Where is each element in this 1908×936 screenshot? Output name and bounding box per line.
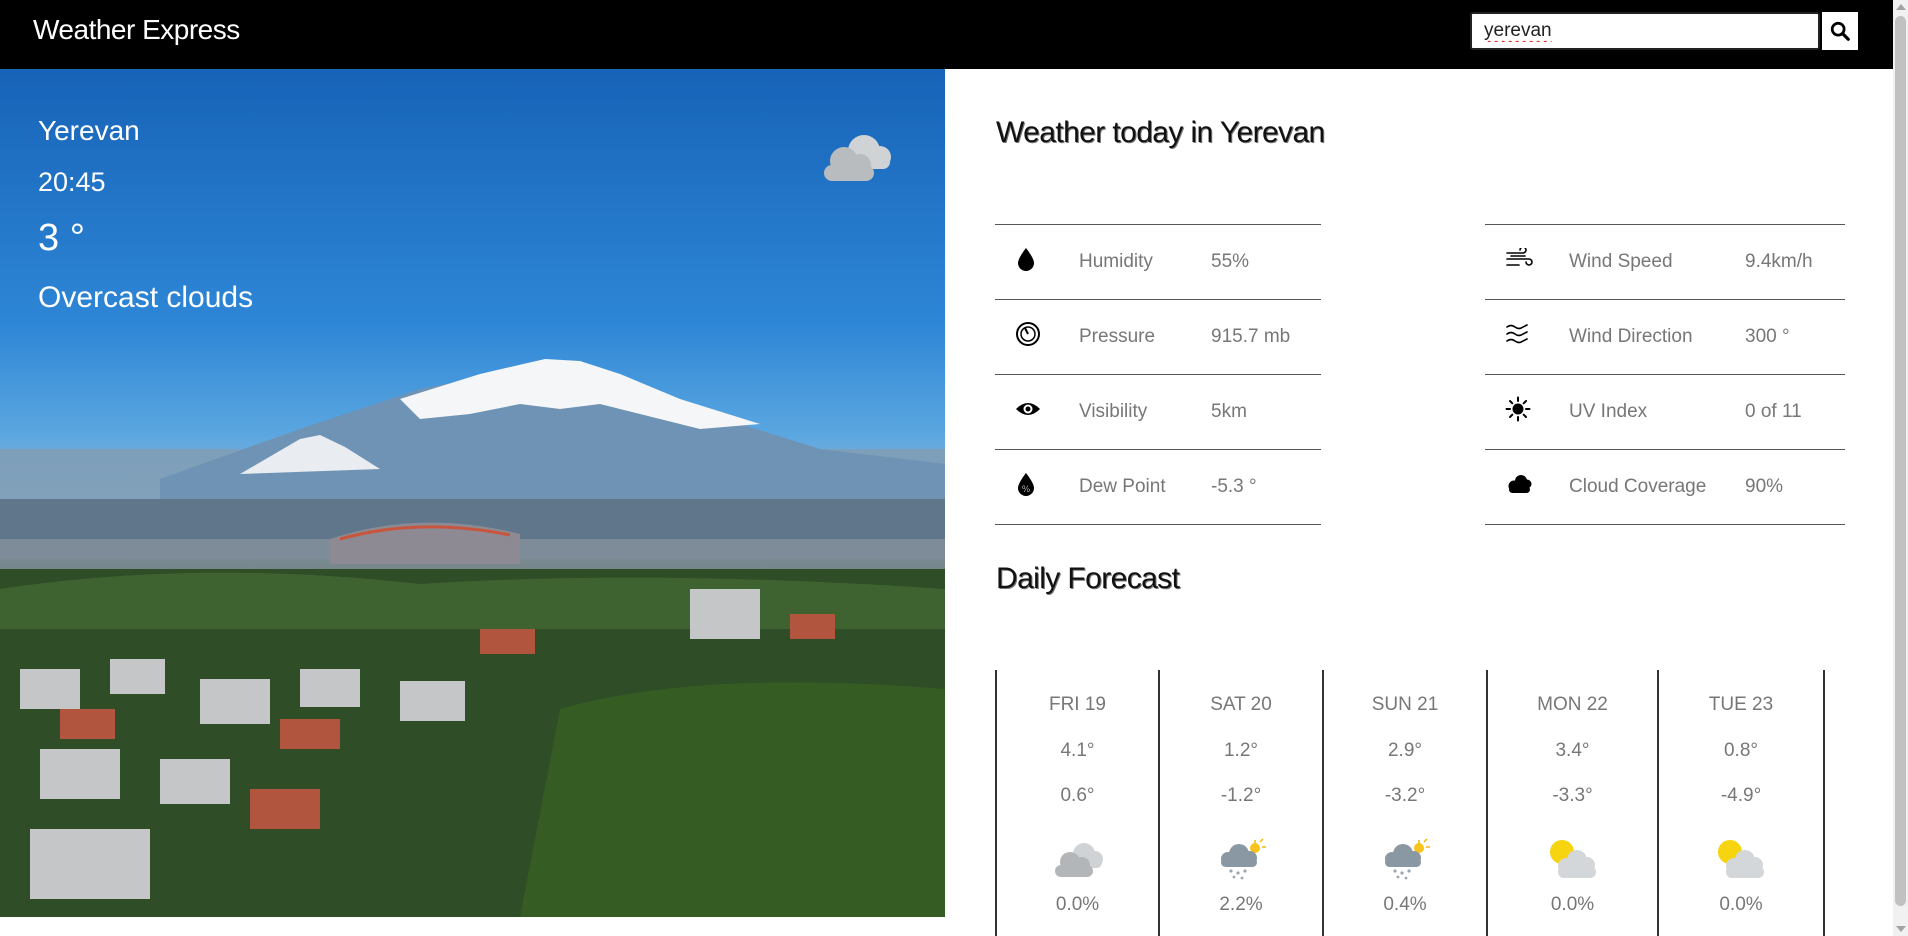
stat-row-dew-point: % Dew Point -5.3 °	[995, 449, 1321, 525]
forecast-day: SAT 20 1.2° -1.2° 2.2%	[1158, 670, 1322, 936]
stat-label: Wind Direction	[1568, 299, 1744, 375]
page-scrollbar[interactable]	[1893, 0, 1908, 936]
stat-value: 915.7 mb	[1210, 299, 1321, 375]
stat-row-cloud-coverage: Cloud Coverage 90%	[1485, 449, 1845, 525]
current-temperature: 3 °	[38, 217, 85, 259]
stat-label: Dew Point	[1078, 449, 1210, 525]
today-title: Weather today in Yerevan	[996, 116, 1325, 149]
stat-label: Visibility	[1078, 374, 1210, 450]
today-stats-right: Wind Speed 9.4km/h Wind Direction 300 ° …	[1485, 224, 1845, 525]
cloud-icon	[1054, 843, 1103, 877]
stat-row-humidity: Humidity 55%	[995, 224, 1321, 300]
forecast-low: 0.6°	[1060, 785, 1095, 806]
eye-icon	[1016, 403, 1040, 415]
forecast-precipitation: 0.0%	[1055, 894, 1100, 915]
forecast-day: MON 22 3.4° -3.3° 0.0%	[1486, 670, 1657, 936]
forecast-day: SUN 21 2.9° -3.2° 0.4%	[1322, 670, 1486, 936]
stat-label: Cloud Coverage	[1568, 449, 1744, 525]
gauge-icon	[1016, 322, 1040, 346]
stat-row-wind-direction: Wind Direction 300 °	[1485, 299, 1845, 375]
stat-label: Pressure	[1078, 299, 1210, 375]
stat-row-pressure: Pressure 915.7 mb	[995, 299, 1321, 375]
forecast-low: -3.3°	[1552, 785, 1593, 806]
wind-direction-icon	[1506, 324, 1528, 344]
forecast-high: 2.9°	[1387, 740, 1422, 761]
search-icon	[1830, 21, 1850, 41]
snow-sun-icon	[1221, 838, 1266, 880]
sun-cloud-icon	[1718, 840, 1764, 878]
stat-label: Wind Speed	[1568, 224, 1744, 300]
stat-value: 5km	[1210, 374, 1321, 450]
city-background-image	[0, 359, 945, 917]
drop-icon	[1018, 248, 1034, 271]
forecast-day: FRI 19 4.1° 0.6° 0.0%	[995, 670, 1158, 936]
dew-drop-icon: %	[1018, 473, 1034, 496]
brand-logo[interactable]: Weather Express	[33, 14, 240, 46]
forecast-high: 1.2°	[1223, 740, 1258, 761]
forecast-high: 3.4°	[1555, 740, 1590, 761]
stat-row-visibility: Visibility 5km	[995, 374, 1321, 450]
stat-label: Humidity	[1078, 224, 1210, 300]
scroll-up-arrow-icon[interactable]	[1896, 4, 1906, 10]
sun-cloud-icon	[1549, 840, 1596, 878]
stat-value: 0 of 11	[1744, 374, 1845, 450]
forecast-precipitation: 2.2%	[1219, 894, 1263, 915]
current-time: 20:45	[38, 167, 106, 197]
daily-forecast-title: Daily Forecast	[996, 562, 1180, 595]
current-city: Yerevan	[38, 115, 140, 146]
stat-row-wind-speed: Wind Speed 9.4km/h	[1485, 224, 1845, 300]
top-bar: Weather Express	[0, 0, 1893, 69]
forecast-low: -4.9°	[1720, 785, 1762, 806]
forecast-low: -3.2°	[1384, 785, 1426, 806]
scroll-down-arrow-icon[interactable]	[1896, 926, 1906, 932]
stat-label: UV Index	[1568, 374, 1744, 450]
forecast-day-name: FRI 19	[1048, 694, 1107, 715]
stat-value: 9.4km/h	[1744, 224, 1845, 300]
stat-value: 90%	[1744, 449, 1845, 525]
clouds-icon	[1508, 475, 1532, 493]
forecast-day-name: MON 22	[1537, 694, 1608, 715]
current-weather-panel: Yerevan 20:45 3 ° Overcast clouds	[0, 69, 945, 917]
forecast-high: 0.8°	[1723, 740, 1758, 761]
search-input[interactable]	[1470, 12, 1820, 50]
sun-icon	[1505, 396, 1531, 422]
svg-text:%: %	[1022, 485, 1031, 495]
wind-icon	[1506, 246, 1533, 266]
cloud-icon	[824, 135, 891, 181]
forecast-low: -1.2°	[1220, 785, 1262, 806]
search-form	[1470, 12, 1858, 52]
stat-row-uv-index: UV Index 0 of 11	[1485, 374, 1845, 450]
stat-value: 55%	[1210, 224, 1321, 300]
forecast-high: 4.1°	[1060, 740, 1095, 761]
stat-value: -5.3 °	[1210, 449, 1321, 525]
current-description: Overcast clouds	[38, 281, 254, 314]
forecast-day-name: SUN 21	[1371, 694, 1439, 715]
forecast-day: TUE 23 0.8° -4.9° 0.0%	[1657, 670, 1825, 936]
forecast-day-name: TUE 23	[1708, 694, 1774, 715]
daily-forecast-list: FRI 19 4.1° 0.6° 0.0% SAT 20 1.2° -1.2° …	[995, 670, 1825, 936]
forecast-precipitation: 0.4%	[1383, 894, 1427, 915]
forecast-precipitation: 0.0%	[1550, 894, 1595, 915]
forecast-day-name: SAT 20	[1210, 694, 1272, 715]
today-stats-left: Humidity 55% Pressure 915.7 mb Visibilit…	[995, 224, 1321, 525]
search-button[interactable]	[1822, 12, 1858, 50]
stat-value: 300 °	[1744, 299, 1845, 375]
snow-sun-icon	[1385, 838, 1430, 880]
scrollbar-thumb[interactable]	[1895, 16, 1906, 906]
forecast-precipitation: 0.0%	[1719, 894, 1763, 915]
